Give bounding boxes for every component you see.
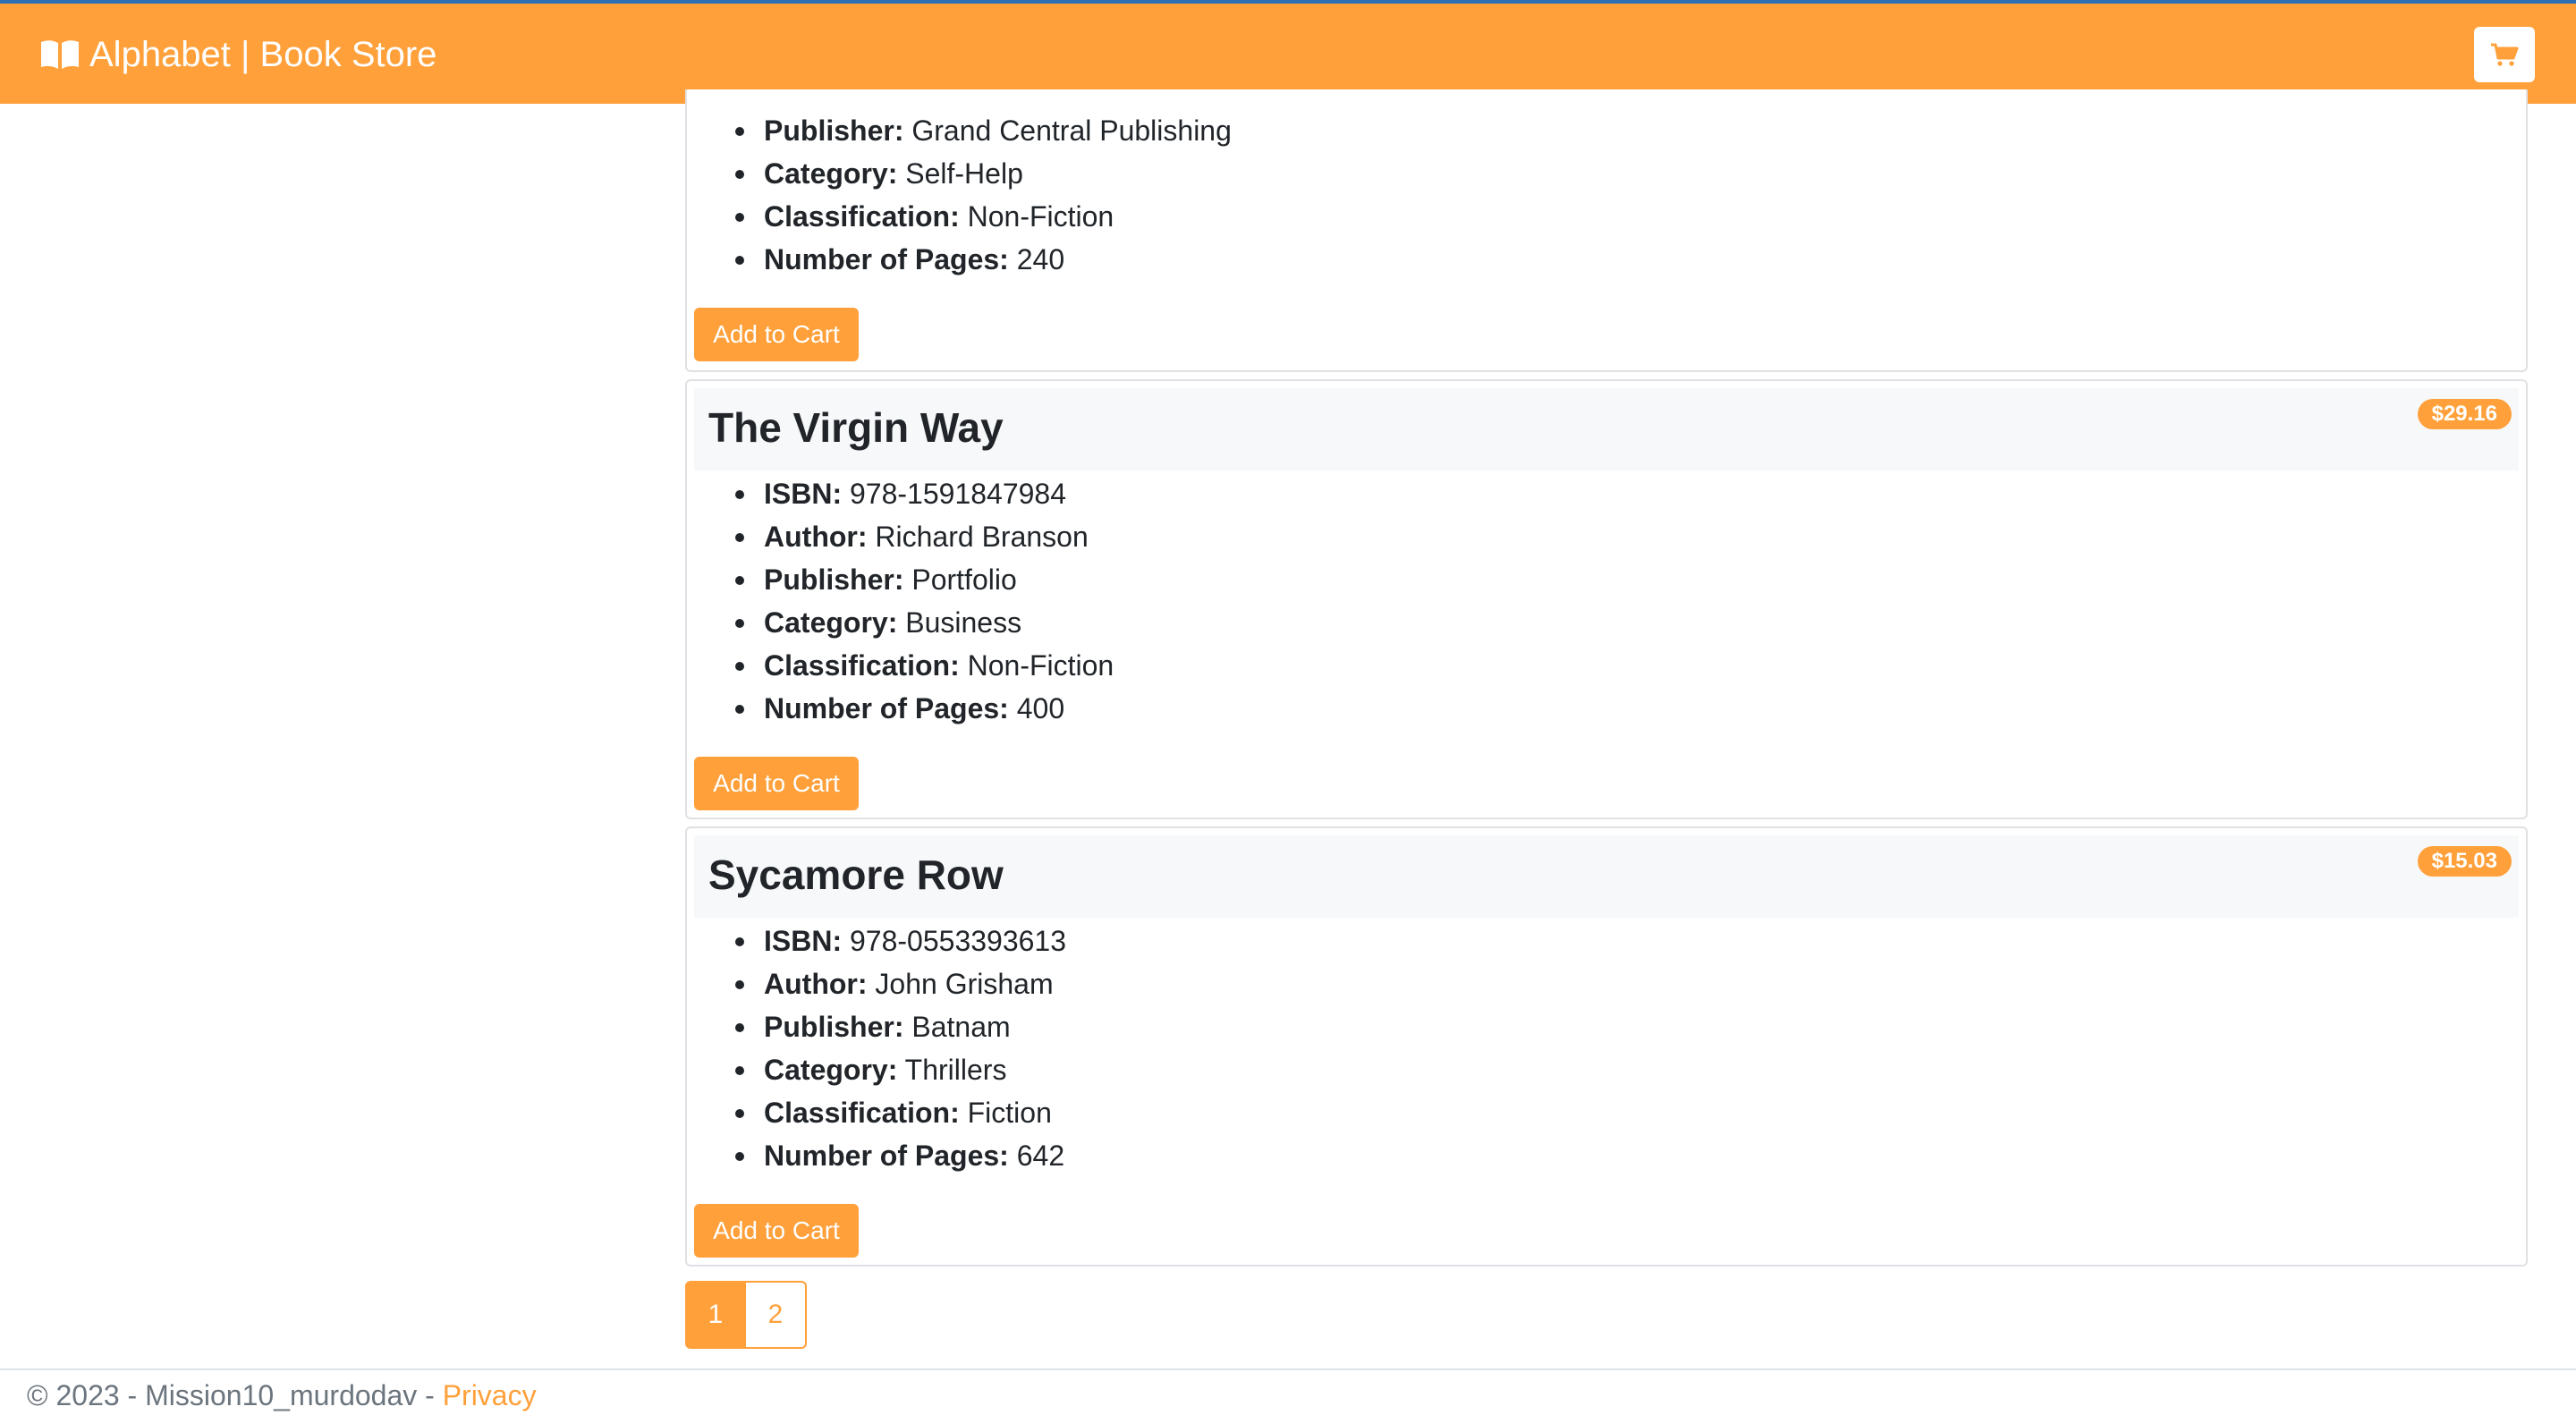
- book-card: Publisher: Grand Central Publishing Cate…: [685, 89, 2528, 372]
- brand-title: Alphabet | Book Store: [89, 35, 437, 74]
- detail-category: Category: Self-Help: [735, 152, 1232, 195]
- book-details-list: Publisher: Grand Central Publishing Cate…: [735, 109, 1232, 281]
- detail-isbn: ISBN: 978-0553393613: [735, 919, 1066, 962]
- detail-publisher: Publisher: Grand Central Publishing: [735, 109, 1232, 152]
- book-title: The Virgin Way: [708, 404, 1004, 451]
- book-card: The Virgin Way $29.16 ISBN: 978-15918479…: [685, 379, 2528, 819]
- cart-button[interactable]: [2474, 27, 2535, 82]
- detail-publisher: Publisher: Batnam: [735, 1005, 1066, 1048]
- detail-pages: Number of Pages: 240: [735, 238, 1232, 281]
- book-card: Sycamore Row $15.03 ISBN: 978-0553393613…: [685, 826, 2528, 1267]
- book-details-list: ISBN: 978-1591847984 Author: Richard Bra…: [735, 472, 1114, 730]
- detail-classification: Classification: Non-Fiction: [735, 644, 1114, 687]
- pagination: 1 2: [685, 1281, 807, 1349]
- brand-link[interactable]: Alphabet | Book Store: [39, 32, 436, 77]
- footer-divider: [0, 1368, 2576, 1370]
- add-to-cart-button[interactable]: Add to Cart: [694, 1204, 859, 1258]
- price-badge: $29.16: [2417, 399, 2512, 429]
- open-book-icon: [41, 40, 79, 69]
- book-card-header: Sycamore Row $15.03: [694, 835, 2519, 918]
- detail-isbn: ISBN: 978-1591847984: [735, 472, 1114, 515]
- page-link-2[interactable]: 2: [746, 1281, 807, 1349]
- book-card-header: The Virgin Way $29.16: [694, 388, 2519, 470]
- detail-author: Author: Richard Branson: [735, 515, 1114, 558]
- book-title: Sycamore Row: [708, 852, 1004, 898]
- detail-classification: Classification: Fiction: [735, 1091, 1066, 1134]
- detail-classification: Classification: Non-Fiction: [735, 195, 1232, 238]
- detail-category: Category: Thrillers: [735, 1048, 1066, 1091]
- detail-category: Category: Business: [735, 601, 1114, 644]
- privacy-link[interactable]: Privacy: [443, 1379, 537, 1411]
- add-to-cart-button[interactable]: Add to Cart: [694, 308, 859, 361]
- detail-author: Author: John Grisham: [735, 962, 1066, 1005]
- add-to-cart-button[interactable]: Add to Cart: [694, 757, 859, 810]
- detail-publisher: Publisher: Portfolio: [735, 558, 1114, 601]
- book-details-list: ISBN: 978-0553393613 Author: John Grisha…: [735, 919, 1066, 1177]
- shopping-cart-icon: [2491, 43, 2519, 66]
- detail-pages: Number of Pages: 400: [735, 687, 1114, 730]
- detail-pages: Number of Pages: 642: [735, 1134, 1066, 1177]
- footer: © 2023 - Mission10_murdodav - Privacy: [27, 1374, 537, 1415]
- page-link-1[interactable]: 1: [685, 1281, 746, 1349]
- price-badge: $15.03: [2417, 846, 2512, 877]
- footer-copyright: © 2023 - Mission10_murdodav -: [27, 1379, 443, 1411]
